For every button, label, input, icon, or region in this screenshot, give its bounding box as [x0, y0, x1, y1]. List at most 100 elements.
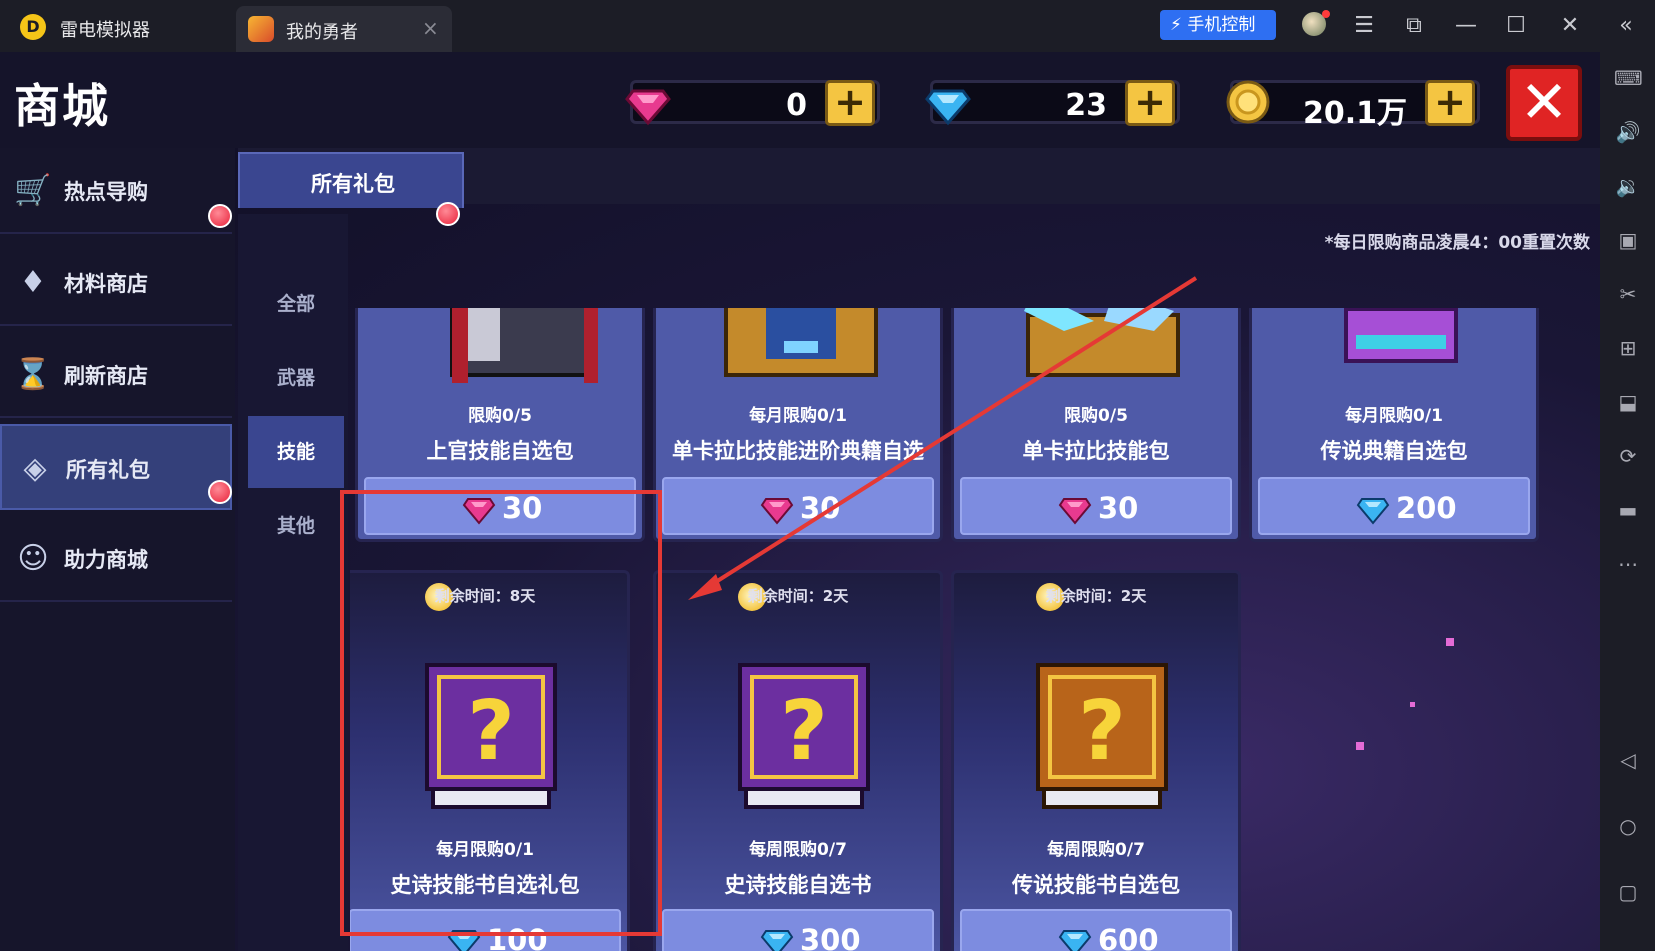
skill-pack-icon	[450, 308, 598, 383]
blue-diamond-value: 23	[1065, 88, 1107, 123]
add-blue-diamond-button[interactable]: +	[1125, 80, 1175, 126]
minimize-button[interactable]: —	[1450, 10, 1482, 42]
volume-up-icon[interactable]: 🔊	[1614, 118, 1642, 146]
nav-item-label: 助力商城	[64, 548, 148, 572]
mystery-book-icon: ?	[425, 663, 557, 809]
notification-dot	[208, 480, 232, 504]
notification-dot	[1322, 10, 1330, 18]
pink-gem-icon	[625, 89, 671, 126]
tab-all-packs[interactable]: 所有礼包	[238, 152, 464, 208]
product-card[interactable]: 剩余时间：2天 ? 每周限购0/7 史诗技能自选书 300	[653, 570, 943, 951]
product-name: 上官技能自选包	[426, 439, 574, 463]
nav-item-all-packs[interactable]: ◈ 所有礼包	[0, 424, 232, 510]
product-card[interactable]: 剩余时间：8天 ? 每月限购0/1 史诗技能书自选礼包 100	[350, 570, 630, 951]
time-remaining: 剩余时间：2天	[747, 587, 849, 605]
price-value: 30	[800, 491, 841, 525]
subtab-all[interactable]: 全部	[248, 268, 344, 340]
nav-item-refresh-shop[interactable]: ⌛ 刷新商店	[0, 332, 232, 418]
nav-item-material-shop[interactable]: ♦ 材料商店	[0, 240, 232, 326]
home-icon[interactable]: ○	[1614, 812, 1642, 840]
add-window-icon[interactable]: ⊞	[1614, 334, 1642, 362]
purchase-limit: 每月限购0/1	[436, 840, 534, 860]
nav-item-helper-shop[interactable]: ☺ 助力商城	[0, 516, 232, 602]
product-name: 单卡拉比技能进阶典籍自选	[672, 439, 924, 463]
volume-down-icon[interactable]: 🔉	[1614, 172, 1642, 200]
buy-button[interactable]: 600	[960, 909, 1232, 951]
subtab-other[interactable]: 其他	[248, 490, 344, 562]
product-card[interactable]: 剩余时间：2天 ? 每周限购0/7 传说技能书自选包 600	[951, 570, 1241, 951]
svg-text:?: ?	[467, 684, 515, 779]
buy-button[interactable]: 30	[364, 477, 636, 535]
game-viewport: 商城 0 + 23 + 20.1万 + ✕ 🛒 热点导购 ♦ 材料商店 ⌛ 刷新…	[0, 52, 1600, 951]
apk-install-icon[interactable]: ⬓	[1614, 388, 1642, 416]
buy-button[interactable]: 200	[1258, 477, 1530, 535]
blue-diamond-icon	[447, 930, 481, 951]
product-name: 传说典籍自选包	[1320, 439, 1468, 463]
hourglass-icon: ⌛	[14, 357, 52, 392]
window-close-button[interactable]: ✕	[1554, 10, 1586, 42]
menu-icon[interactable]: ☰	[1348, 10, 1380, 42]
folder-icon[interactable]: ▬	[1614, 496, 1642, 524]
sync-icon[interactable]: ⟳	[1614, 442, 1642, 470]
screenshot-icon[interactable]: ▣	[1614, 226, 1642, 254]
product-card[interactable]: 限购0/5 单卡拉比技能包 30	[951, 308, 1241, 542]
maximize-button[interactable]: ☐	[1500, 10, 1532, 42]
product-card[interactable]: 每月限购0/1 单卡拉比技能进阶典籍自选 30	[653, 308, 943, 542]
collapse-sidebar-icon[interactable]: «	[1610, 10, 1642, 42]
skill-chest-icon	[1024, 308, 1180, 377]
recents-icon[interactable]: ▢	[1614, 878, 1642, 906]
currency-pink-gem: 0 +	[625, 80, 880, 126]
restore-icon[interactable]: ⧉	[1398, 10, 1430, 42]
page-title: 商城	[14, 79, 110, 133]
price-value: 30	[502, 491, 543, 525]
purchase-limit: 每周限购0/7	[1047, 840, 1145, 860]
nav-item-hot-guide[interactable]: 🛒 热点导购	[0, 148, 232, 234]
product-card[interactable]: 每月限购0/1 传说典籍自选包 200	[1249, 308, 1539, 542]
game-icon	[248, 16, 274, 42]
product-grid: 限购0/5 上官技能自选包 30 每月限购0/1 单卡拉比技能进阶典籍自选 30…	[350, 308, 1600, 951]
tab-close-icon[interactable]: ×	[422, 16, 439, 40]
pink-gem-icon	[760, 498, 794, 525]
phone-control-button[interactable]: ⚡ 手机控制	[1160, 10, 1276, 40]
keyboard-icon[interactable]: ⌨	[1614, 64, 1643, 92]
product-name: 传说技能书自选包	[1012, 873, 1180, 897]
scissors-icon[interactable]: ✂	[1614, 280, 1642, 308]
blue-diamond-icon	[1058, 930, 1092, 951]
buy-button[interactable]: 30	[960, 477, 1232, 535]
product-name: 史诗技能自选书	[724, 873, 872, 897]
add-pink-gem-button[interactable]: +	[825, 80, 875, 126]
more-icon[interactable]: ⋯	[1614, 550, 1642, 578]
emulator-toolbar: ⌨ 🔊 🔉 ▣ ✂ ⊞ ⬓ ⟳ ▬ ⋯ ◁ ○ ▢	[1600, 52, 1655, 951]
blue-diamond-icon	[760, 930, 794, 951]
purchase-limit: 每月限购0/1	[1345, 406, 1443, 426]
shop-header: 商城 0 + 23 + 20.1万 + ✕	[0, 52, 1600, 148]
legend-tome-icon	[1344, 308, 1458, 363]
buy-button[interactable]: 300	[662, 909, 934, 951]
tab-strip: 所有礼包	[238, 148, 1600, 226]
currency-gold-coin: 20.1万 +	[1226, 80, 1480, 131]
mystery-book-icon: ?	[738, 663, 870, 809]
subtab-skills[interactable]: 技能	[248, 416, 344, 488]
buy-button[interactable]: 30	[662, 477, 934, 535]
notification-dot	[208, 204, 232, 228]
subtab-weapons[interactable]: 武器	[248, 342, 344, 414]
tab-game[interactable]: 我的勇者 ×	[236, 6, 452, 52]
blue-diamond-icon	[1356, 498, 1390, 525]
close-shop-button[interactable]: ✕	[1506, 65, 1582, 141]
product-card[interactable]: 限购0/5 上官技能自选包 30	[355, 308, 645, 542]
svg-text:?: ?	[1078, 684, 1126, 779]
nav-item-label: 所有礼包	[66, 458, 150, 482]
cart-icon: 🛒	[14, 173, 52, 208]
blue-diamond-icon	[925, 89, 971, 126]
mystery-book-icon: ?	[1036, 663, 1168, 809]
tab-label: 所有礼包	[311, 172, 395, 196]
pink-gem-value: 0	[786, 88, 807, 123]
emulator-name: 雷电模拟器	[60, 20, 150, 41]
shop-nav: 🛒 热点导购 ♦ 材料商店 ⌛ 刷新商店 ◈ 所有礼包 ☺ 助力商城	[0, 148, 235, 951]
price-value: 100	[487, 923, 548, 951]
back-icon[interactable]: ◁	[1614, 746, 1642, 774]
add-gold-coin-button[interactable]: +	[1425, 80, 1475, 126]
gold-coin-icon	[1226, 80, 1270, 124]
time-remaining: 剩余时间：8天	[434, 587, 536, 605]
buy-button[interactable]: 100	[350, 909, 621, 951]
